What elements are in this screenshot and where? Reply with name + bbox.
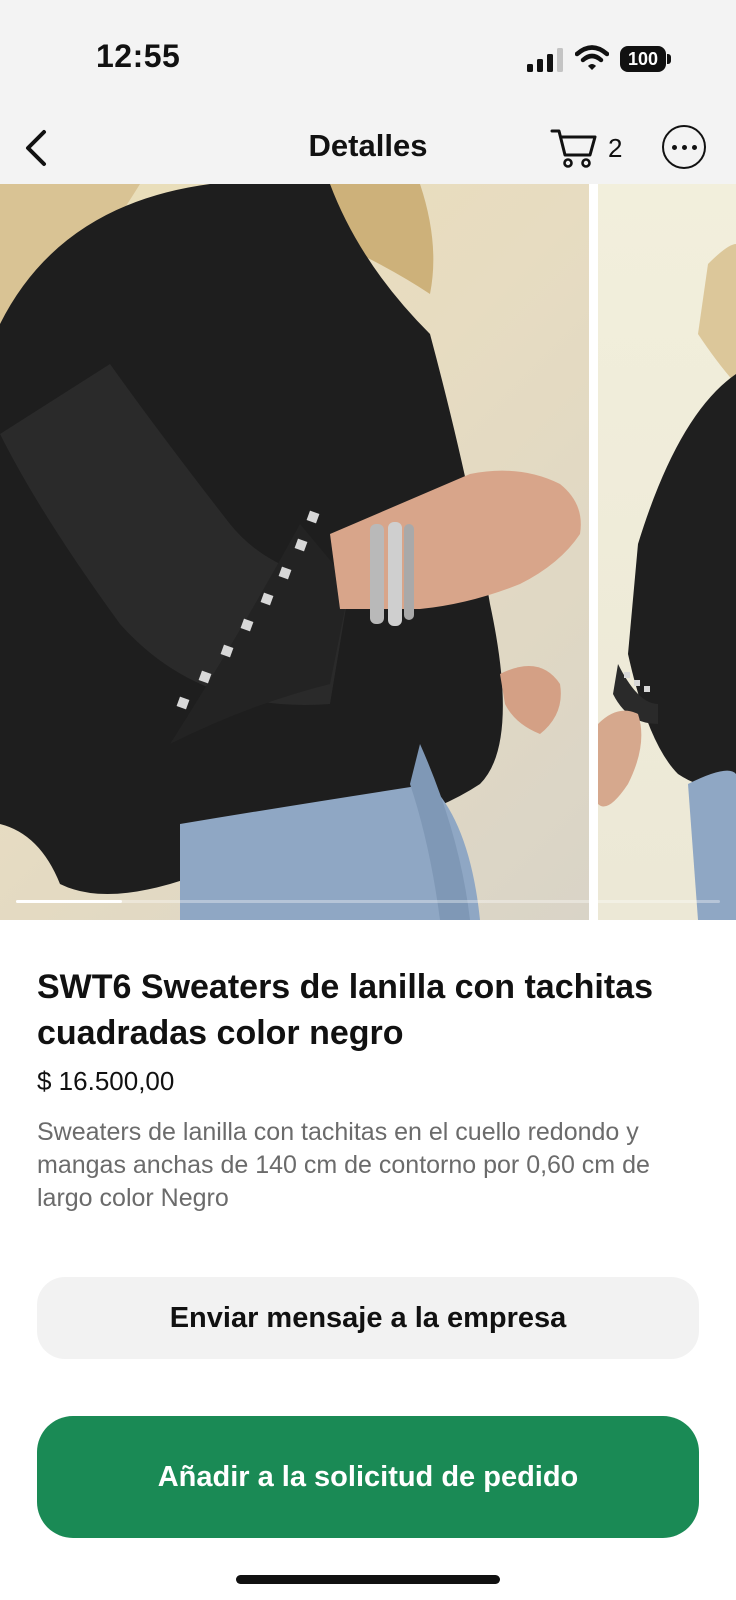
add-to-order-button[interactable]: Añadir a la solicitud de pedido: [37, 1416, 699, 1538]
product-photo-1[interactable]: [0, 184, 589, 920]
gallery-progress-track: [16, 900, 720, 903]
battery-icon: 100: [620, 46, 671, 72]
product-image-gallery[interactable]: [0, 184, 736, 920]
more-dot: [691, 144, 697, 150]
more-dot: [681, 144, 687, 150]
status-bar: 12:55 100: [0, 0, 736, 120]
product-description: Sweaters de lanilla con tachitas en el c…: [37, 1118, 650, 1212]
more-options-icon: [671, 144, 677, 150]
nav-bar: Detalles 2: [0, 120, 736, 184]
back-button[interactable]: [14, 126, 58, 170]
cart-count-badge: 2: [608, 132, 623, 163]
back-chevron-icon: [26, 130, 46, 166]
battery-level: 100: [620, 46, 666, 72]
product-photo-2[interactable]: [598, 184, 736, 920]
product-image: [598, 244, 736, 920]
battery-cap: [667, 54, 671, 64]
cart-button[interactable]: 2: [550, 120, 640, 176]
status-time: 12:55: [96, 38, 181, 74]
gallery-progress-indicator: [16, 900, 122, 903]
cart-icon: [550, 129, 597, 168]
more-options-button[interactable]: [662, 125, 706, 169]
product-title: SWT6 Sweaters de lanilla con tachitas cu…: [37, 968, 653, 1052]
home-indicator[interactable]: [236, 1575, 500, 1584]
product-price: $ 16.500,00: [37, 1066, 175, 1096]
wifi-icon: [575, 45, 609, 70]
message-company-button[interactable]: Enviar mensaje a la empresa: [37, 1277, 699, 1359]
signal-icon: [527, 48, 563, 72]
product-image: [0, 184, 581, 920]
